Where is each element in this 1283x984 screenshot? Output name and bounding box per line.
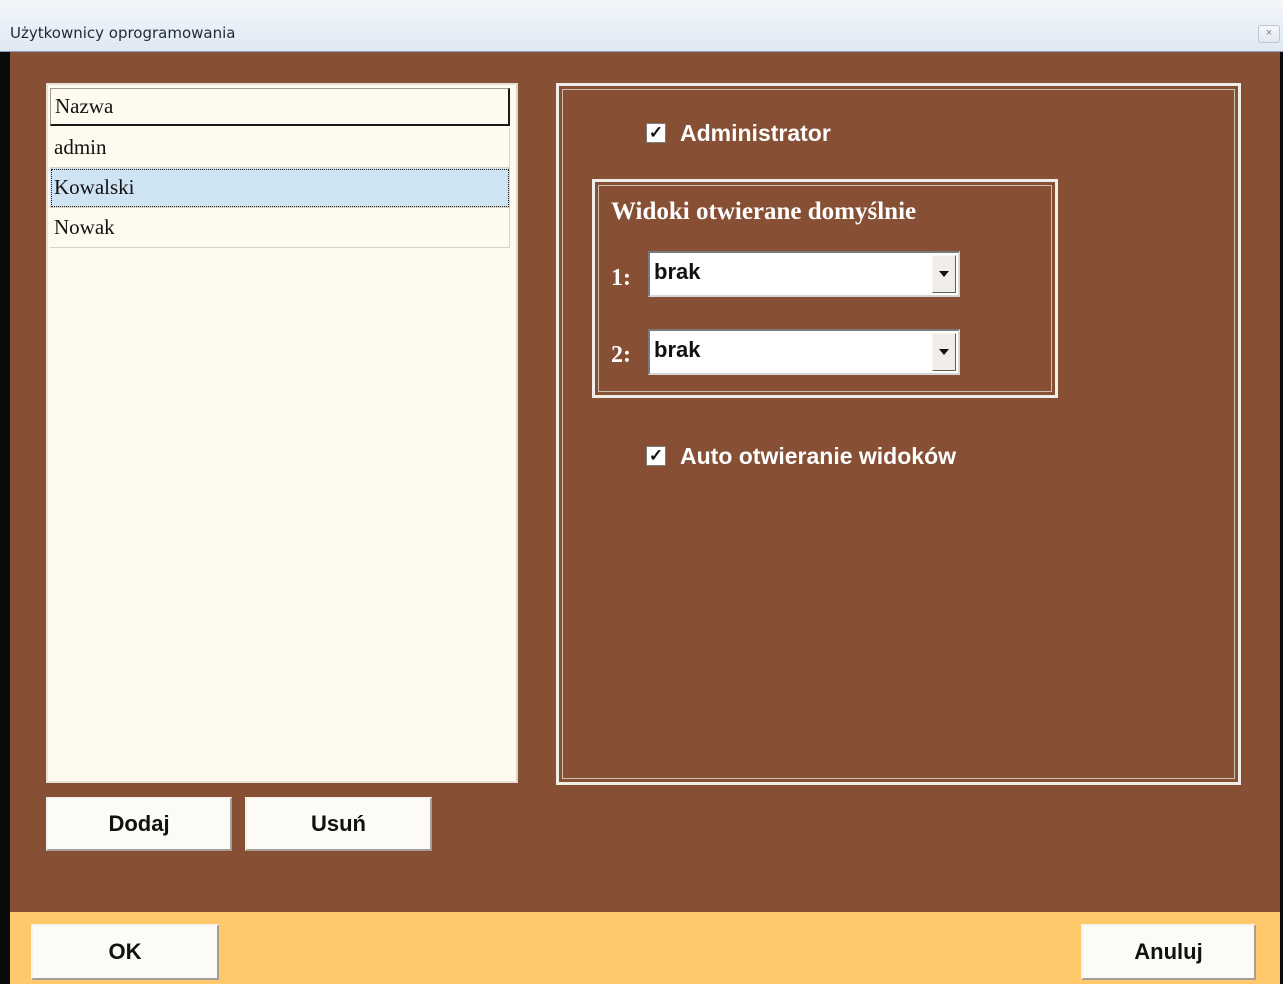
chevron-down-icon[interactable] (932, 333, 956, 371)
auto-open-checkbox[interactable]: ✓ (646, 446, 666, 466)
administrator-label: Administrator (680, 120, 831, 146)
list-item[interactable]: Nowak (50, 208, 510, 248)
add-user-button[interactable]: Dodaj (46, 797, 232, 851)
administrator-checkbox[interactable]: ✓ (646, 123, 666, 143)
auto-open-label: Auto otwieranie widoków (680, 443, 957, 469)
cancel-button[interactable]: Anuluj (1081, 924, 1256, 980)
window-left-edge (0, 52, 10, 984)
view-slot-2-number: 2: (611, 342, 631, 368)
view-slot-2-select[interactable]: brak (648, 329, 960, 375)
list-header-name[interactable]: Nazwa (50, 88, 510, 126)
view-slot-1-number: 1: (611, 265, 631, 291)
users-dialog: Użytkownicy oprogramowania × Nazwa admin… (0, 0, 1283, 984)
list-item-selected[interactable]: Kowalski (50, 168, 510, 208)
remove-user-button[interactable]: Usuń (245, 797, 432, 851)
user-list[interactable]: Nazwa admin Kowalski Nowak (46, 83, 518, 783)
view-slot-1-select[interactable]: brak (648, 251, 960, 297)
default-views-title: Widoki otwierane domyślnie (611, 198, 917, 225)
view-slot-1-value: brak (654, 259, 701, 284)
title-bar[interactable]: Użytkownicy oprogramowania × (0, 0, 1283, 52)
close-icon[interactable]: × (1258, 25, 1280, 43)
ok-button[interactable]: OK (31, 924, 219, 980)
chevron-down-icon[interactable] (932, 255, 956, 293)
view-slot-2-value: brak (654, 337, 701, 362)
window-title: Użytkownicy oprogramowania (10, 24, 236, 42)
list-item[interactable]: admin (50, 128, 510, 168)
